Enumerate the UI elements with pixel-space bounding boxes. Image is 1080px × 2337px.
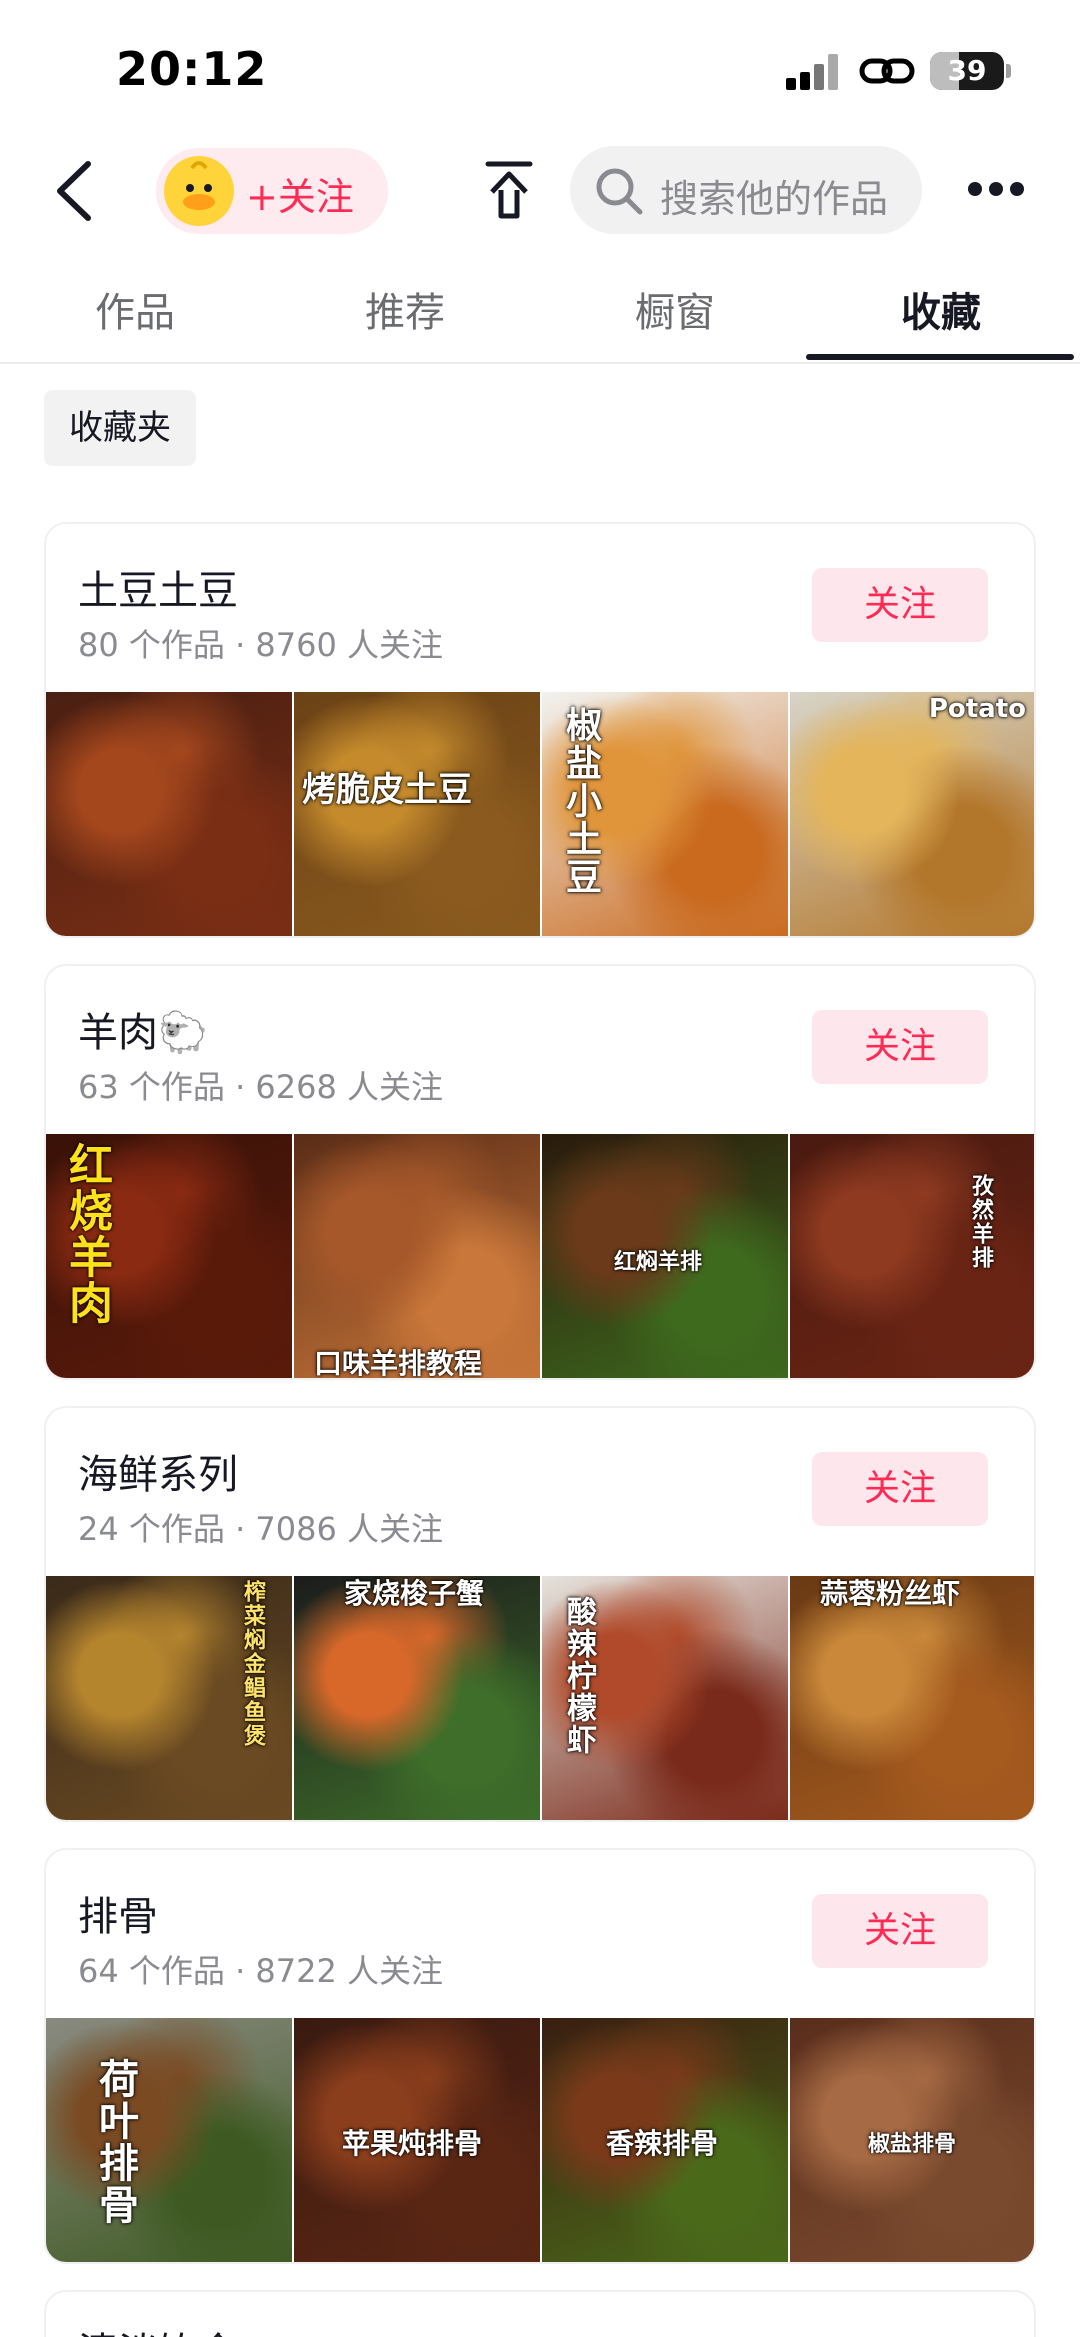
tab-works[interactable]: 作品 xyxy=(0,280,270,338)
collection-title: 排骨 xyxy=(78,1894,158,1940)
video-thumbnail[interactable] xyxy=(46,692,292,936)
back-arrow-icon[interactable] xyxy=(50,158,100,224)
tab-recommend[interactable]: 推荐 xyxy=(270,280,540,338)
tab-favorites[interactable]: 收藏 xyxy=(806,280,1076,338)
thumbnail-row: 红烧羊肉口味羊排教程 红焖羊排 孜然羊排 xyxy=(46,1134,1034,1380)
collection-card[interactable]: 羊肉🐑 63 个作品 · 6268 人关注 关注 红烧羊肉口味羊排教程 红焖羊排 孜… xyxy=(44,964,1036,1380)
profile-tabs: 作品 推荐 橱窗 收藏 xyxy=(0,268,1080,364)
thumbnail-caption: 苹果炖排骨 xyxy=(342,2127,483,2160)
video-thumbnail[interactable]: Potato xyxy=(790,692,1034,936)
collection-meta: 64 个作品 · 8722 人关注 xyxy=(78,1952,444,1990)
status-time: 20:12 xyxy=(116,42,268,96)
thumbnail-row: 荷叶排骨 苹果炖排骨 香辣排骨 椒盐排骨 xyxy=(46,2018,1034,2262)
follow-collection-button[interactable]: 关注 xyxy=(812,568,988,642)
collection-card[interactable]: 清淡饮食 xyxy=(44,2290,1036,2337)
collection-meta: 24 个作品 · 7086 人关注 xyxy=(78,1510,444,1548)
video-thumbnail[interactable]: 红烧羊肉 xyxy=(46,1134,292,1378)
thumbnail-caption: 烤脆皮土豆 xyxy=(302,770,472,810)
signal-icon xyxy=(786,52,846,90)
thumbnail-caption: 孜然羊排 xyxy=(968,1174,993,1270)
collection-title: 羊肉🐑 xyxy=(78,1010,208,1056)
video-thumbnail[interactable]: 酸辣柠檬虾 xyxy=(542,1576,788,1820)
thumbnail-caption: 红烧羊肉 xyxy=(61,1142,112,1326)
collection-card[interactable]: 排骨 64 个作品 · 8722 人关注 关注 荷叶排骨 苹果炖排骨 香辣排骨 椒盐排… xyxy=(44,1848,1036,2264)
follow-user-button[interactable]: +关注 xyxy=(156,148,388,234)
search-input[interactable]: 搜索他的作品 xyxy=(570,146,922,234)
thumbnail-caption: 榨菜焖金鲳鱼煲 xyxy=(240,1580,265,1748)
collection-meta: 63 个作品 · 6268 人关注 xyxy=(78,1068,444,1106)
link-icon xyxy=(859,58,915,84)
thumbnail-row: 榨菜焖金鲳鱼煲 家烧梭子蟹酸辣柠檬虾 蒜蓉粉丝虾 xyxy=(46,1576,1034,1820)
video-thumbnail[interactable]: 荷叶排骨 xyxy=(46,2018,292,2262)
thumbnail-caption: 酸辣柠檬虾 xyxy=(561,1596,596,1756)
thumbnail-caption: 蒜蓉粉丝虾 xyxy=(820,1577,961,1610)
follow-label: +关注 xyxy=(246,175,354,219)
thumbnail-caption: 椒盐小土豆 xyxy=(560,706,601,896)
video-thumbnail[interactable]: 椒盐排骨 xyxy=(790,2018,1034,2262)
status-bar: 20:12 39 xyxy=(0,0,1080,140)
collection-meta: 80 个作品 · 8760 人关注 xyxy=(78,626,444,664)
video-thumbnail[interactable]: 蒜蓉粉丝虾 xyxy=(790,1576,1034,1820)
search-placeholder: 搜索他的作品 xyxy=(660,177,889,221)
follow-collection-button[interactable]: 关注 xyxy=(812,1894,988,1968)
video-thumbnail[interactable]: 椒盐小土豆 xyxy=(542,692,788,936)
battery-level: 39 xyxy=(947,54,987,87)
collection-title: 清淡饮食 xyxy=(78,2320,238,2337)
thumbnail-caption: 红焖羊排 xyxy=(614,1250,703,1275)
video-thumbnail[interactable]: 香辣排骨 xyxy=(542,2018,788,2262)
more-options-icon[interactable] xyxy=(966,178,1026,202)
collection-title: 土豆土豆 xyxy=(78,568,238,614)
video-thumbnail[interactable]: 苹果炖排骨 xyxy=(294,2018,540,2262)
thumbnail-caption: 荷叶排骨 xyxy=(92,2058,138,2226)
thumbnail-caption: 椒盐排骨 xyxy=(868,2132,957,2157)
collection-title: 海鲜系列 xyxy=(78,1452,238,1498)
collection-card[interactable]: 土豆土豆 80 个作品 · 8760 人关注 关注 烤脆皮土豆 椒盐小土豆 Pota… xyxy=(44,522,1036,938)
video-thumbnail[interactable]: 榨菜焖金鲳鱼煲 xyxy=(46,1576,292,1820)
thumbnail-row: 烤脆皮土豆 椒盐小土豆 Potato xyxy=(46,692,1034,936)
video-thumbnail[interactable]: 口味羊排教程 xyxy=(294,1134,540,1380)
thumbnail-caption: 口味羊排教程 xyxy=(314,1347,483,1380)
thumbnail-caption: Potato xyxy=(928,694,1026,724)
thumbnail-caption: 家烧梭子蟹 xyxy=(344,1577,485,1610)
battery-tip xyxy=(1006,64,1011,78)
search-icon xyxy=(596,168,643,215)
share-upload-icon[interactable] xyxy=(484,160,534,220)
active-tab-indicator xyxy=(806,354,1074,360)
follow-collection-button[interactable]: 关注 xyxy=(812,1010,988,1084)
video-thumbnail[interactable]: 红焖羊排 xyxy=(542,1134,788,1378)
thumbnail-caption: 香辣排骨 xyxy=(606,2127,719,2160)
video-thumbnail[interactable]: 孜然羊排 xyxy=(790,1134,1034,1378)
follow-collection-button[interactable]: 关注 xyxy=(812,1452,988,1526)
duck-avatar-icon xyxy=(171,161,227,222)
battery-icon: 39 xyxy=(930,52,1004,90)
avatar xyxy=(164,156,234,226)
tab-showcase[interactable]: 橱窗 xyxy=(540,280,810,338)
video-thumbnail[interactable]: 烤脆皮土豆 xyxy=(294,692,540,936)
collection-card[interactable]: 海鲜系列 24 个作品 · 7086 人关注 关注 榨菜焖金鲳鱼煲 家烧梭子蟹酸辣… xyxy=(44,1406,1036,1822)
favorites-folder-chip[interactable]: 收藏夹 xyxy=(44,390,196,466)
video-thumbnail[interactable]: 家烧梭子蟹 xyxy=(294,1576,540,1820)
